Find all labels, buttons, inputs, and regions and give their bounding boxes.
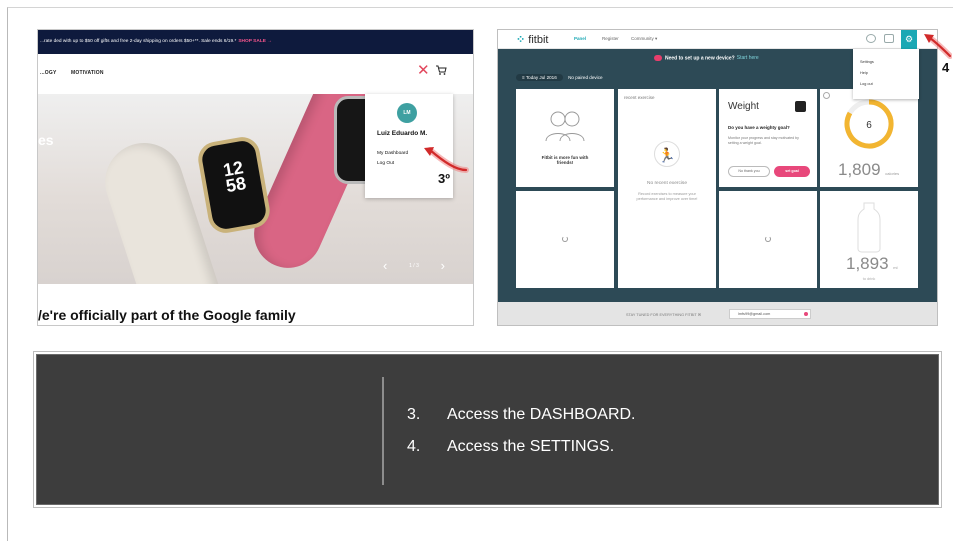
exercise-none: No recent exercise xyxy=(647,181,687,186)
calories-value: 1,809 xyxy=(838,160,881,179)
caption-divider xyxy=(382,377,384,485)
user-name: Luiz Eduardo M. xyxy=(377,130,428,137)
empty-tile-1[interactable] xyxy=(516,191,614,288)
banner-link[interactable]: Start here xyxy=(737,55,759,61)
friends-icon xyxy=(545,111,585,142)
weight-question: Do you have a weighty goal? xyxy=(728,125,790,130)
step-number: 4. xyxy=(407,438,421,455)
footer-text: STAY TUNED FOR EVERYTHING FITBIT ✉ xyxy=(626,313,701,317)
empty-tile-2[interactable] xyxy=(719,191,817,288)
today-bar: ≡ Today Jul 2016 No paired device xyxy=(516,74,603,84)
calories-unit: calories xyxy=(885,171,900,176)
store-nav: ...OGY MOTIVATION ✕ xyxy=(38,54,473,94)
step4-arrow-icon xyxy=(924,34,952,59)
calories-ring-value: 6 xyxy=(866,120,872,131)
messages-icon[interactable] xyxy=(884,34,894,43)
tab-panel[interactable]: Panel xyxy=(574,36,586,41)
caption-step-4: 4. Access the SETTINGS. xyxy=(407,438,614,456)
friends-tile[interactable]: Fitbit is more fun with friends! xyxy=(516,89,614,187)
water-bottle-icon xyxy=(857,202,881,253)
calories-readout: 1,809 calories xyxy=(838,160,899,180)
today-chip[interactable]: ≡ Today Jul 2016 xyxy=(516,74,563,81)
today-label: Today xyxy=(525,75,539,80)
info-icon[interactable] xyxy=(823,92,830,99)
no-thank-you-button[interactable]: No thank you xyxy=(728,166,770,177)
caption-panel: 3. Access the DASHBOARD. 4. Access the SET… xyxy=(36,354,939,505)
promo-text: ...rate ded with up to $50 off gifts and… xyxy=(40,39,237,44)
step4-marker: 4 xyxy=(942,60,950,75)
set-goal-button[interactable]: set goal xyxy=(774,166,810,177)
notifications-icon[interactable] xyxy=(866,34,876,43)
shop-sale-link[interactable]: SHOP SALE → xyxy=(238,39,272,44)
gear-icon[interactable]: ⚙ xyxy=(901,30,917,49)
newsletter-email-field[interactable]: lmfs99@gmail.com xyxy=(729,309,811,319)
banner-text: Need to set up a new device? xyxy=(665,55,735,62)
google-family-headline: /e're officially part of the Google fami… xyxy=(38,307,296,323)
avatar: LM xyxy=(397,103,417,123)
weight-desc: Monitor your progress and stay motivated… xyxy=(728,136,799,145)
loading-spinner-icon xyxy=(765,236,771,242)
settings-menu-item[interactable]: Settings xyxy=(860,60,874,64)
promo-bar: ...rate ded with up to $50 off gifts and… xyxy=(38,30,473,54)
fitbit-dashboard-screenshot: ⁘ fitbit Panel Register Community ▾ ⚙ Ne… xyxy=(497,29,938,326)
cart-icon[interactable] xyxy=(435,64,447,76)
weight-scale-icon xyxy=(795,101,806,112)
hero-text: es xyxy=(38,132,54,148)
friends-caption: Fitbit is more fun with friends! xyxy=(541,155,589,165)
weight-title: Weight xyxy=(728,101,759,112)
nav-item-motivation[interactable]: MOTIVATION xyxy=(71,70,104,76)
nav-item-technology[interactable]: ...OGY xyxy=(40,70,56,76)
exercise-desc: Record exercises to measure your perform… xyxy=(636,192,698,201)
watch-image: 12 58 xyxy=(195,134,273,236)
banner-icon xyxy=(654,55,662,61)
help-menu-item[interactable]: Help xyxy=(860,71,868,75)
loading-spinner-icon xyxy=(562,236,568,242)
log-out-link[interactable]: Log Out xyxy=(377,161,394,166)
step-text: Access the DASHBOARD. xyxy=(447,406,636,423)
step-number: 3. xyxy=(407,406,421,423)
email-submit-icon[interactable] xyxy=(804,312,808,316)
calories-ring-icon: 6 xyxy=(844,99,894,149)
tab-register[interactable]: Register xyxy=(602,36,619,41)
step-text: Access the SETTINGS. xyxy=(447,438,615,455)
dashboard-topbar: ⁘ fitbit Panel Register Community ▾ ⚙ xyxy=(498,30,937,49)
exercise-title: recent exercise xyxy=(624,95,655,100)
runner-icon: 🏃 xyxy=(654,141,680,167)
caption-step-3: 3. Access the DASHBOARD. xyxy=(407,406,636,424)
settings-dropdown-menu: Settings Help Log out xyxy=(853,49,919,99)
setup-banner: Need to set up a new device? Start here xyxy=(654,55,774,65)
weight-tile[interactable]: Weight Do you have a weighty goal? Monit… xyxy=(719,89,817,187)
close-icon[interactable]: ✕ xyxy=(417,63,430,78)
water-unit: ml xyxy=(893,265,898,270)
dashboard-footer: STAY TUNED FOR EVERYTHING FITBIT ✉ lmfs9… xyxy=(498,302,937,325)
step3-marker: 3º xyxy=(438,171,450,186)
fitbit-logo[interactable]: ⁘ fitbit xyxy=(516,33,548,46)
water-readout: 1,893 ml xyxy=(846,254,898,274)
step3-arrow-icon xyxy=(424,147,469,173)
carousel-next-icon[interactable]: › xyxy=(441,258,445,273)
exercise-tile[interactable]: recent exercise 🏃 No recent exercise Rec… xyxy=(618,89,716,288)
tab-community[interactable]: Community ▾ xyxy=(631,36,657,42)
water-value: 1,893 xyxy=(846,254,889,273)
watch-time: 12 58 xyxy=(221,157,248,197)
paired-device-label: No paired device xyxy=(568,75,603,80)
today-date: Jul 2016 xyxy=(539,75,557,80)
instruction-caption-box: 3. Access the DASHBOARD. 4. Access the SET… xyxy=(33,351,942,508)
water-tile[interactable]: 1,893 ml to drink xyxy=(820,191,918,288)
log-out-menu-item[interactable]: Log out xyxy=(860,82,873,86)
water-caption: to drink xyxy=(862,277,876,281)
carousel-controls: ‹ 1 / 3 › xyxy=(383,258,445,273)
fitbit-logo-icon: ⁘ xyxy=(516,34,526,46)
calories-tile[interactable]: 6 1,809 calories xyxy=(820,89,918,187)
fitbit-store-screenshot: ...rate ded with up to $50 off gifts and… xyxy=(37,29,474,326)
my-dashboard-link[interactable]: My Dashboard xyxy=(377,151,408,156)
carousel-prev-icon[interactable]: ‹ xyxy=(383,258,387,273)
fitbit-logo-text: fitbit xyxy=(528,34,549,46)
carousel-pager: 1 / 3 xyxy=(409,262,419,269)
